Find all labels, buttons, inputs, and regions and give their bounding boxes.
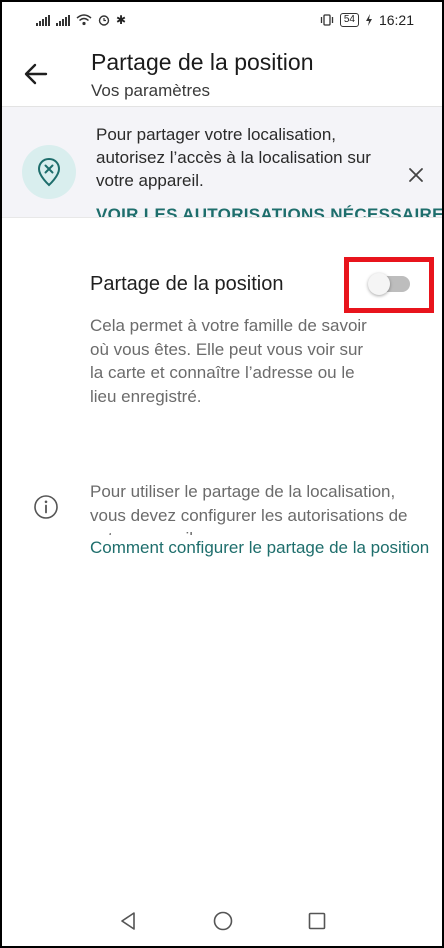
system-nav-bar bbox=[0, 896, 444, 946]
banner-message: Pour partager votre localisation, autori… bbox=[96, 125, 371, 190]
banner-divider bbox=[0, 217, 444, 218]
info-text: Pour utiliser le partage de la localisat… bbox=[90, 482, 408, 535]
location-sharing-toggle[interactable] bbox=[368, 273, 410, 295]
battery-indicator: 54 bbox=[339, 13, 359, 27]
info-icon bbox=[34, 495, 58, 519]
location-off-icon bbox=[22, 145, 76, 199]
back-triangle-icon[interactable] bbox=[117, 910, 139, 932]
signal-icon bbox=[36, 14, 50, 26]
location-sharing-description: Cela permet à votre famille de savoir où… bbox=[90, 316, 367, 406]
location-sharing-label: Partage de la position bbox=[90, 273, 284, 295]
toggle-knob bbox=[368, 273, 390, 295]
recents-square-icon[interactable] bbox=[306, 910, 328, 932]
bluetooth-icon: ✱ bbox=[116, 13, 127, 27]
page-subtitle: Vos paramètres bbox=[91, 81, 211, 100]
wifi-icon bbox=[76, 14, 92, 26]
app-bar: Partage de la position Vos paramètres bbox=[0, 40, 444, 106]
alarm-icon bbox=[98, 15, 110, 26]
signal-2-icon bbox=[56, 14, 70, 26]
close-icon[interactable] bbox=[406, 165, 426, 185]
status-bar: ✱ 54 16:21 bbox=[0, 0, 444, 40]
view-permissions-link[interactable]: VOIR LES AUTORISATIONS NÉCESSAIRES bbox=[96, 205, 442, 217]
charging-icon bbox=[365, 14, 372, 26]
info-text-container: Pour utiliser le partage de la localisat… bbox=[90, 480, 410, 535]
status-left: ✱ bbox=[36, 13, 126, 27]
home-circle-icon[interactable] bbox=[212, 910, 234, 932]
vibrate-icon bbox=[320, 14, 333, 26]
status-right: 54 16:21 bbox=[320, 12, 414, 28]
page-title: Partage de la position bbox=[91, 49, 314, 75]
permission-banner: Pour partager votre localisation, autori… bbox=[2, 107, 442, 217]
setup-guide-link[interactable]: Comment configurer le partage de la posi… bbox=[90, 538, 442, 558]
status-time: 16:21 bbox=[378, 12, 414, 28]
back-arrow-icon[interactable] bbox=[22, 60, 50, 88]
